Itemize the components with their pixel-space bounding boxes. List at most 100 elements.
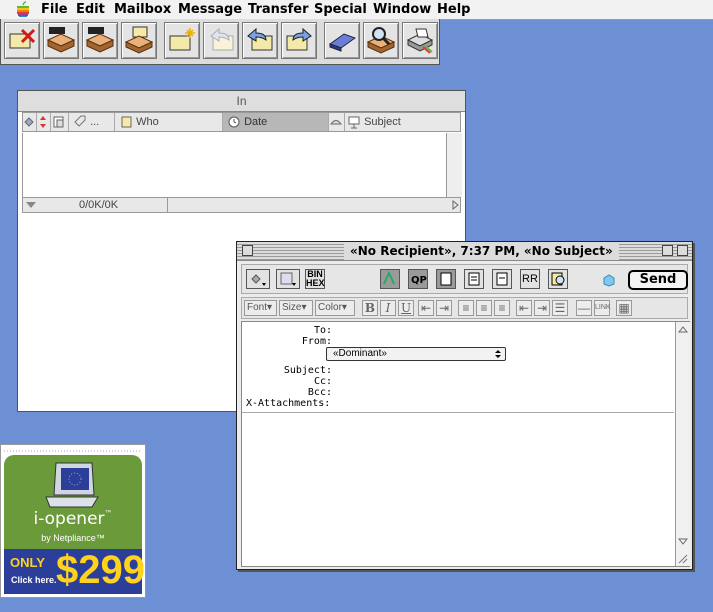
align-right-icon: ≡ bbox=[498, 301, 506, 315]
menu-message[interactable]: Message bbox=[178, 1, 242, 18]
i-opener-advertisement[interactable]: i-opener™ by Netpliance™ ONLY Click here… bbox=[0, 444, 146, 598]
window-title[interactable]: In bbox=[18, 91, 465, 112]
bold-button[interactable]: B bbox=[362, 300, 378, 316]
find-button[interactable] bbox=[363, 22, 399, 59]
redirect-button[interactable] bbox=[324, 22, 360, 59]
in-mailbox-icon bbox=[86, 27, 114, 53]
menu-edit[interactable]: Edit bbox=[76, 1, 105, 18]
word-wrap-button[interactable] bbox=[464, 269, 484, 289]
send-button[interactable]: Send bbox=[628, 270, 688, 290]
computer-monitor-icon bbox=[45, 462, 99, 508]
column-priority[interactable] bbox=[37, 113, 51, 131]
bcc-label[interactable]: Bcc: bbox=[308, 387, 332, 398]
column-who[interactable]: Who bbox=[115, 113, 223, 131]
decrease-indent-button[interactable]: ⇤ bbox=[418, 300, 434, 316]
message-list[interactable] bbox=[22, 133, 447, 197]
in-mailbox-button[interactable] bbox=[82, 22, 118, 59]
mailbox-status-bar: 0/0K/0K bbox=[22, 197, 461, 213]
horizontal-rule-button[interactable]: — bbox=[576, 300, 592, 316]
subject-icon bbox=[348, 116, 360, 129]
tabs-in-body-button[interactable] bbox=[492, 269, 512, 289]
scroll-up-icon[interactable] bbox=[678, 325, 688, 333]
resize-grip-icon[interactable] bbox=[676, 552, 688, 564]
menu-mailbox[interactable]: Mailbox bbox=[114, 1, 171, 18]
bullet-list-button[interactable]: ☰ bbox=[552, 300, 568, 316]
delete-message-button[interactable] bbox=[4, 22, 40, 59]
print-button[interactable] bbox=[402, 22, 438, 59]
keep-copy-button[interactable] bbox=[548, 269, 568, 289]
cc-label[interactable]: Cc: bbox=[314, 376, 332, 387]
message-list-scrollbar[interactable] bbox=[446, 133, 462, 197]
ad-green-panel: i-opener™ by Netpliance™ bbox=[4, 455, 142, 549]
column-label-text: ... bbox=[90, 116, 100, 128]
font-popup[interactable]: Font▾ bbox=[244, 300, 277, 316]
zoom-box[interactable] bbox=[662, 245, 673, 256]
scroll-down-icon[interactable] bbox=[678, 538, 688, 546]
binhex-button[interactable]: BIN HEX bbox=[305, 269, 325, 289]
italic-button[interactable]: I bbox=[380, 300, 396, 316]
out-mailbox-button[interactable] bbox=[43, 22, 79, 59]
indent-icon: ⇥ bbox=[438, 301, 450, 315]
column-date-label: Date bbox=[244, 116, 268, 128]
ad-blue-panel: ONLY Click here. $299 bbox=[4, 548, 145, 594]
increase-indent-button[interactable]: ⇥ bbox=[436, 300, 452, 316]
size-label: Size bbox=[282, 302, 302, 313]
align-left-icon: ≡ bbox=[462, 301, 470, 315]
text-spell-button[interactable] bbox=[380, 269, 400, 289]
align-left-button[interactable]: ≡ bbox=[458, 300, 474, 316]
attachments-label[interactable]: X-Attachments: bbox=[246, 398, 330, 409]
size-popup[interactable]: Size▾ bbox=[279, 300, 313, 316]
clear-formatting-icon: ▦ bbox=[618, 301, 630, 315]
color-popup[interactable]: Color▾ bbox=[315, 300, 355, 316]
new-message-button[interactable] bbox=[164, 22, 200, 59]
subject-label[interactable]: Subject: bbox=[284, 365, 332, 376]
to-label[interactable]: To: bbox=[314, 325, 332, 336]
menu-window[interactable]: Window bbox=[373, 1, 431, 18]
column-date[interactable]: Date bbox=[223, 113, 329, 131]
message-body-area[interactable]: To: From: Subject: Cc: Bcc: X-Attachment… bbox=[241, 321, 690, 567]
message-scrollbar[interactable] bbox=[675, 322, 690, 566]
from-label[interactable]: From: bbox=[302, 336, 332, 347]
signature-popup[interactable] bbox=[246, 269, 270, 289]
column-attachment[interactable] bbox=[51, 113, 69, 131]
attachment-icon bbox=[53, 116, 64, 128]
attachment-type-popup[interactable] bbox=[276, 269, 300, 289]
triangle-down-icon[interactable] bbox=[25, 200, 37, 210]
reply-icon bbox=[210, 27, 234, 51]
collapse-box[interactable] bbox=[677, 245, 688, 256]
menu-special[interactable]: Special bbox=[314, 1, 367, 18]
clear-formatting-button[interactable]: ▦ bbox=[616, 300, 632, 316]
quoted-printable-button[interactable]: QP bbox=[408, 269, 428, 289]
window-titlebar[interactable]: «No Recipient», 7:37 PM, «No Subject» bbox=[237, 242, 692, 261]
check-mail-button[interactable] bbox=[121, 22, 157, 59]
increase-margin-button[interactable]: ⇥ bbox=[534, 300, 550, 316]
close-box[interactable] bbox=[242, 245, 253, 256]
reply-all-button[interactable] bbox=[242, 22, 278, 59]
menu-transfer[interactable]: Transfer bbox=[248, 1, 309, 18]
label-tag-icon bbox=[74, 115, 86, 127]
underline-button[interactable]: U bbox=[398, 300, 414, 316]
column-size[interactable] bbox=[329, 113, 345, 131]
column-subject-label: Subject bbox=[364, 116, 401, 128]
forward-button[interactable] bbox=[281, 22, 317, 59]
column-status[interactable] bbox=[23, 113, 37, 131]
document-icon bbox=[440, 272, 452, 286]
scroll-right-icon[interactable] bbox=[450, 200, 460, 210]
decrease-margin-button[interactable]: ⇤ bbox=[516, 300, 532, 316]
align-center-button[interactable]: ≡ bbox=[476, 300, 492, 316]
apple-logo-icon[interactable] bbox=[13, 1, 33, 18]
column-subject[interactable]: Subject bbox=[345, 113, 462, 131]
menu-help[interactable]: Help bbox=[437, 1, 470, 18]
mailbox-size-status: 0/0K/0K bbox=[79, 199, 119, 211]
compose-toolbar: BIN HEX QP RR Send bbox=[241, 264, 688, 294]
column-label[interactable]: ... bbox=[69, 113, 115, 131]
menu-file[interactable]: File bbox=[41, 1, 68, 18]
return-receipt-button[interactable]: RR bbox=[520, 269, 540, 289]
align-center-icon: ≡ bbox=[480, 301, 488, 315]
align-right-button[interactable]: ≡ bbox=[494, 300, 510, 316]
personality-popup[interactable]: «Dominant» bbox=[326, 347, 506, 361]
font-label: Font bbox=[247, 302, 268, 313]
reply-button[interactable] bbox=[203, 22, 239, 59]
link-button[interactable]: LINK bbox=[594, 300, 611, 316]
text-as-document-button[interactable] bbox=[436, 269, 456, 289]
